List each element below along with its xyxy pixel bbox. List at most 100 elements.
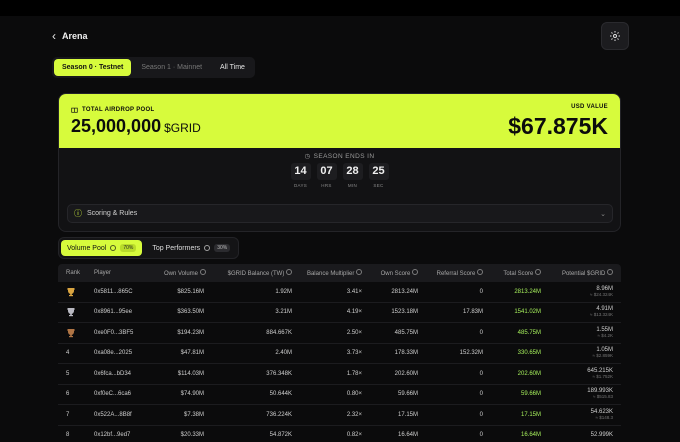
- grid-balance-cell: 50.644K: [269, 391, 292, 398]
- own-volume-cell: $7.38M: [183, 411, 204, 418]
- tab-season-1[interactable]: Season 1 · Mainnet: [133, 59, 210, 76]
- column-header[interactable]: Own Volume: [160, 269, 208, 277]
- page-title: Arena: [62, 31, 88, 41]
- info-icon: [110, 245, 117, 251]
- total-score-cell: 485.75M: [517, 329, 541, 336]
- pool-summary: TOTAL AIRDROP POOL 25,000,000 $GRID USD V…: [59, 94, 620, 148]
- table-row[interactable]: 0xe0F0...3BF5 $194.23M 884.667K 2.50× 485.75…: [58, 323, 621, 344]
- tab-all-time[interactable]: All Time: [212, 59, 253, 76]
- referral-score-cell: 0: [479, 391, 483, 398]
- multiplier-cell: 2.50×: [346, 329, 362, 336]
- tab-label: Top Performers: [152, 244, 201, 252]
- column-header[interactable]: Player: [90, 270, 160, 276]
- usd-label: USD VALUE: [571, 104, 608, 110]
- column-header[interactable]: Referral Score: [422, 269, 487, 277]
- grid-balance-cell: 1.92M: [275, 288, 292, 295]
- rank-cell: [58, 328, 90, 338]
- player-address[interactable]: 0x8961...95ee: [90, 309, 160, 315]
- season-ends-row: ◷ SEASON ENDS IN: [59, 152, 620, 161]
- potential-grid-cell: 4.91M ≈ $13.324K: [545, 306, 621, 318]
- countdown-value: 28: [342, 163, 363, 180]
- column-header[interactable]: Total Score: [487, 269, 545, 277]
- potential-grid-cell: 52.999K: [545, 432, 621, 439]
- column-header[interactable]: Rank: [58, 270, 90, 276]
- potential-usd-value: ≈ $515.83: [593, 394, 613, 400]
- header-label: Referral Score: [436, 271, 476, 277]
- trophy-icon: [67, 328, 75, 337]
- table-row[interactable]: 7 0x522A...8B8f $7.38M 736.224K 2.32× 17.15M 0…: [58, 405, 621, 426]
- info-icon: [607, 269, 613, 275]
- multiplier-cell: 0.80×: [346, 391, 362, 398]
- header-label: Own Volume: [164, 271, 199, 277]
- potential-grid-cell: 189.993K ≈ $515.83: [545, 388, 621, 400]
- countdown-value: 25: [368, 163, 389, 180]
- referral-score-cell: 17.83M: [462, 309, 483, 316]
- tab-volume-pool[interactable]: Volume Pool 70%: [61, 240, 143, 256]
- season-tabs: Season 0 · Testnet Season 1 · Mainnet Al…: [52, 57, 255, 78]
- header-label: $GRID Balance (TW): [227, 271, 285, 277]
- chevron-left-icon[interactable]: ‹: [52, 30, 56, 42]
- total-score-cell: 59.66M: [520, 391, 541, 398]
- own-score-cell: 17.15M: [397, 411, 418, 418]
- multiplier-cell: 0.82×: [346, 432, 362, 439]
- table-row[interactable]: 0x5811...865C $825.16M 1.92M 3.41× 2813.24M 0…: [58, 282, 621, 303]
- countdown-minutes: 28 MIN: [342, 163, 363, 188]
- column-header[interactable]: Potential $GRID: [545, 269, 621, 277]
- grid-balance-cell: 2.40M: [275, 350, 292, 357]
- grid-balance-cell: 3.21M: [275, 309, 292, 316]
- own-volume-cell: $20.33M: [180, 432, 204, 439]
- table-row[interactable]: 8 0x12bf...9ed7 $20.33M 54.872K 0.82× 16.64M 0…: [58, 426, 621, 442]
- pool-token: $GRID: [164, 121, 201, 135]
- grid-balance-cell: 736.224K: [266, 411, 292, 418]
- own-volume-cell: $363.50M: [177, 309, 204, 316]
- info-icon: [286, 269, 292, 275]
- countdown-unit: SEC: [373, 183, 384, 188]
- rank-cell: [58, 307, 90, 317]
- total-score-cell: 1541.02M: [514, 309, 541, 316]
- grid-balance-cell: 376.348K: [266, 370, 292, 377]
- column-header[interactable]: Balance Multiplier: [296, 269, 366, 277]
- info-icon: [477, 269, 483, 275]
- player-address[interactable]: 0xa08e...2025: [90, 350, 160, 356]
- player-address[interactable]: 0x5811...865C: [90, 289, 160, 295]
- potential-usd-value: ≈ $148.3: [595, 414, 613, 420]
- header-label: Total Score: [503, 271, 534, 277]
- info-icon: [199, 269, 206, 275]
- player-address[interactable]: 0x522A...8B8f: [90, 412, 160, 418]
- tab-top-performers[interactable]: Top Performers 30%: [146, 240, 236, 256]
- info-icon: [535, 269, 541, 275]
- pool-amount-row: 25,000,000 $GRID: [71, 116, 201, 137]
- own-volume-cell: $114.03M: [177, 370, 204, 377]
- player-address[interactable]: 0x12bf...9ed7: [90, 432, 160, 438]
- clock-icon: ◷: [304, 153, 311, 160]
- header-label: Potential $GRID: [561, 271, 606, 277]
- column-header[interactable]: Own Score: [366, 269, 422, 277]
- usd-value: $67.875K: [508, 113, 608, 139]
- referral-score-cell: 0: [479, 370, 483, 377]
- table-row[interactable]: 6 0xf0eC...6ca6 $74.90M 50.644K 0.80× 59.66M 0…: [58, 385, 621, 405]
- countdown-unit: MIN: [347, 183, 358, 188]
- tab-season-0[interactable]: Season 0 · Testnet: [54, 59, 132, 76]
- player-address[interactable]: 0x6fca...bD34: [90, 371, 160, 377]
- settings-button[interactable]: [601, 22, 629, 50]
- table-row[interactable]: 4 0xa08e...2025 $47.81M 2.40M 3.73× 178.33M 15…: [58, 344, 621, 364]
- table-header: Rank Player Own Volume $GRID Balance (TW…: [58, 264, 621, 282]
- multiplier-cell: 4.19×: [346, 309, 362, 316]
- multiplier-cell: 3.73×: [346, 350, 362, 357]
- season-ends-label: SEASON ENDS IN: [313, 152, 375, 160]
- column-header[interactable]: $GRID Balance (TW): [208, 269, 296, 277]
- own-score-cell: 59.66M: [397, 391, 418, 398]
- table-row[interactable]: 0x8961...95ee $363.50M 3.21M 4.19× 1523.18M 1…: [58, 303, 621, 323]
- countdown-days: 14 DAYS: [290, 163, 311, 188]
- own-score-cell: 485.75M: [394, 329, 418, 336]
- referral-score-cell: 0: [479, 329, 483, 336]
- countdown-value: 07: [316, 163, 337, 180]
- player-address[interactable]: 0xe0F0...3BF5: [90, 330, 160, 336]
- countdown-hours: 07 HRS: [316, 163, 337, 188]
- potential-grid-cell: 54.623K ≈ $148.3: [545, 409, 621, 421]
- scoring-rules-toggle[interactable]: ⓘ Scoring & Rules ⌄: [67, 204, 613, 223]
- player-address[interactable]: 0xf0eC...6ca6: [90, 391, 160, 397]
- multiplier-cell: 2.32×: [346, 411, 362, 418]
- table-row[interactable]: 5 0x6fca...bD34 $114.03M 376.348K 1.78× 202.6…: [58, 364, 621, 385]
- header-label: Balance Multiplier: [306, 271, 355, 277]
